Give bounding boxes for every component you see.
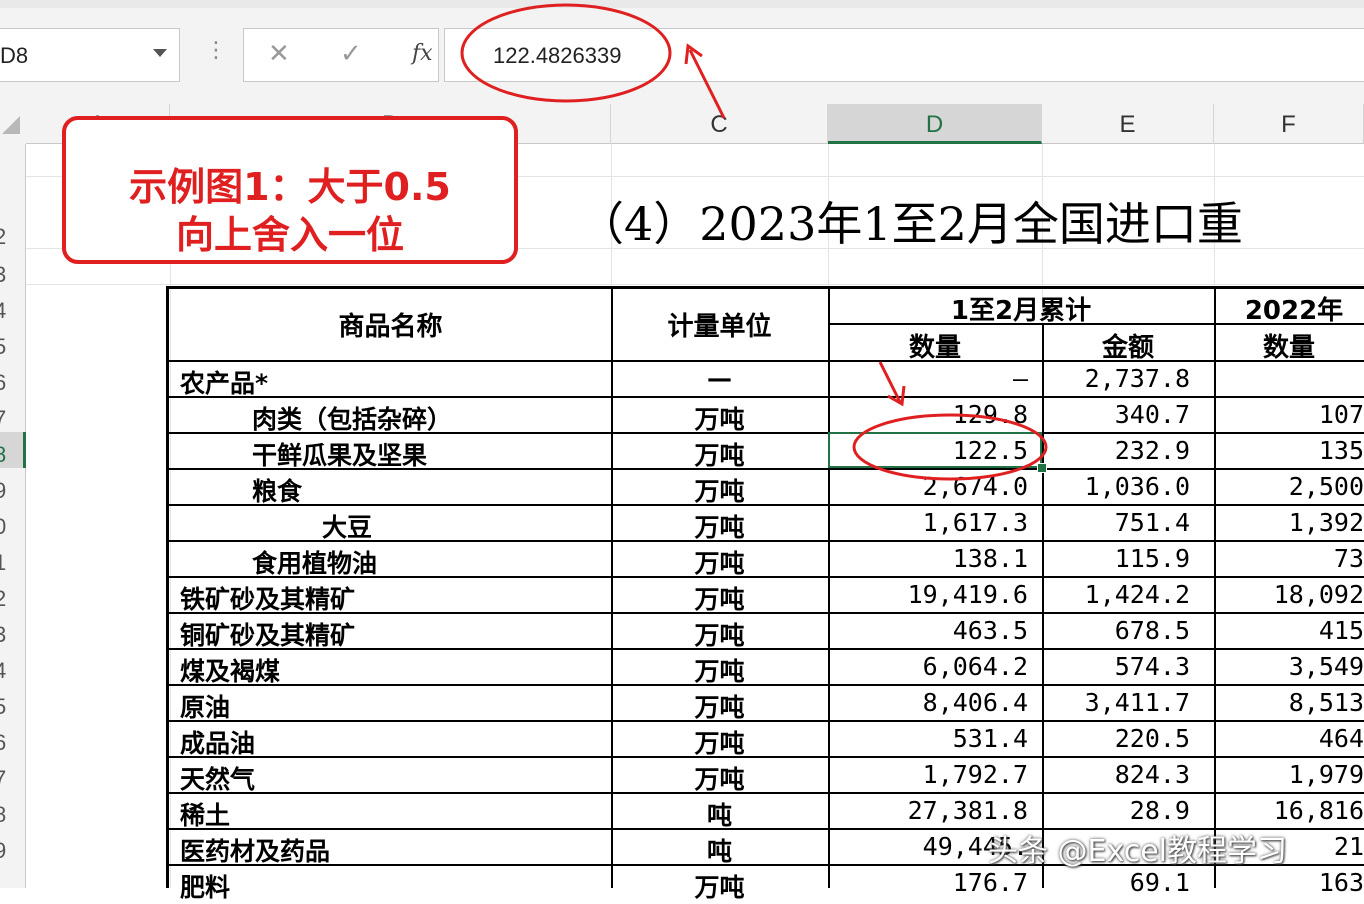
formula-arrow-icon [684, 43, 726, 119]
formula-value-circle [460, 3, 672, 103]
annotation-overlay [460, 3, 1048, 481]
cell-value-circle [852, 413, 1048, 481]
cell-arrow-icon [878, 361, 906, 407]
watermark: 头条 @Excel教程学习 [988, 834, 1288, 869]
